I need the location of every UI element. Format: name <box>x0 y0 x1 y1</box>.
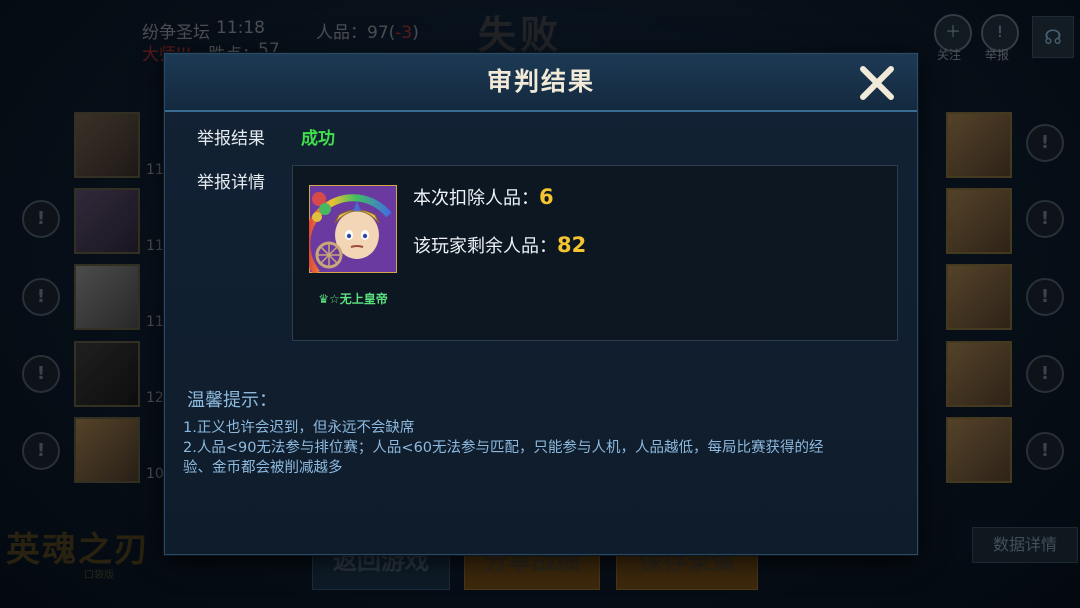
dialog-title: 审判结果 <box>486 67 595 96</box>
deduct-value: 6 <box>539 185 554 209</box>
hero-avatar <box>309 185 397 273</box>
judgement-result-dialog: 审判结果 举报结果 成功 举报详情 ♛☆无上皇帝 本次扣除人品：6 该玩家剩余人… <box>164 53 918 555</box>
report-details-panel: ♛☆无上皇帝 本次扣除人品：6 该玩家剩余人品：82 <box>292 165 898 341</box>
report-result-value: 成功 <box>301 129 335 149</box>
tips-title: 温馨提示： <box>187 390 277 411</box>
tip-line: 2.人品<90无法参与排位赛；人品<60无法参与匹配，只能参与人机，人品越低，每… <box>183 440 824 456</box>
close-icon <box>860 66 894 100</box>
hero-name: ♛☆无上皇帝 <box>318 292 388 306</box>
tip-line: 验、金币都会被削减越多 <box>183 460 343 476</box>
close-button[interactable] <box>858 64 896 102</box>
remaining-value: 82 <box>557 233 587 257</box>
remaining-row: 该玩家剩余人品：82 <box>413 232 586 258</box>
report-details-label: 举报详情 <box>197 173 265 193</box>
report-result-label: 举报结果 <box>197 129 265 149</box>
tip-line: 1.正义也许会迟到，但永远不会缺席 <box>183 420 415 436</box>
deduct-row: 本次扣除人品：6 <box>413 184 554 210</box>
deduct-label: 本次扣除人品： <box>413 188 539 209</box>
remaining-label: 该玩家剩余人品： <box>413 236 557 257</box>
